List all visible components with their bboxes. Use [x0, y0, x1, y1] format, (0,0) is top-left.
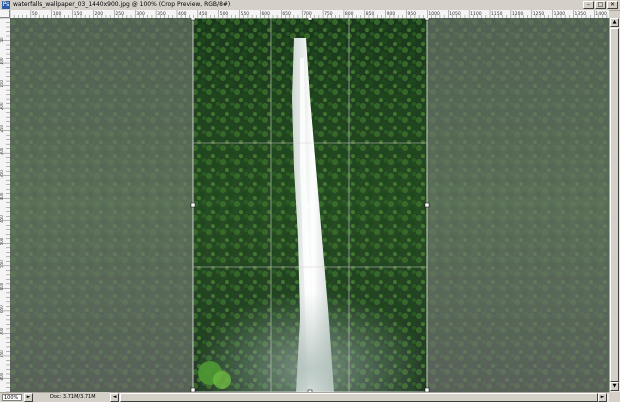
document-size-info: Doc: 3.71M/3.71M: [50, 394, 96, 400]
h-ruler-label: 500: [220, 11, 229, 17]
h-ruler-label: 1400: [595, 11, 607, 17]
ruler-origin[interactable]: [0, 10, 10, 18]
v-ruler-label: 300: [0, 147, 4, 155]
v-ruler-label: 450: [0, 215, 4, 223]
zoom-level-field[interactable]: 100%: [2, 394, 22, 401]
crop-handle-left[interactable]: [190, 202, 196, 208]
h-ruler-label: 550: [241, 11, 250, 17]
h-ruler-label: 1050: [449, 11, 461, 17]
h-ruler-label: 900: [387, 11, 396, 17]
h-ruler-label: 1150: [491, 11, 503, 17]
horizontal-ruler-ticks: 50 100 150 200 250 300 350 400 450 500 550 600 650 70…: [10, 10, 608, 18]
vertical-scrollbar[interactable]: ▲ ▼: [609, 18, 620, 392]
v-ruler-label: 50: [0, 37, 4, 43]
image-canvas[interactable]: [10, 18, 609, 392]
h-ruler-label: 700: [303, 11, 312, 17]
h-ruler-label: 600: [261, 11, 270, 17]
crop-overlay[interactable]: [10, 18, 609, 392]
minimize-button[interactable]: –: [583, 1, 594, 9]
v-ruler-label: 600: [0, 282, 4, 290]
h-ruler-label: 100: [53, 11, 62, 17]
h-ruler-label: 1100: [470, 11, 482, 17]
crop-handle-top[interactable]: [307, 18, 313, 21]
h-ruler-label: 250: [115, 11, 124, 17]
h-ruler-label: 450: [199, 11, 208, 17]
h-ruler-label: 200: [94, 11, 103, 17]
h-ruler-label: 400: [178, 11, 187, 17]
h-ruler-label: 150: [74, 11, 83, 17]
h-ruler-label: 750: [324, 11, 333, 17]
v-ruler-label: 550: [0, 260, 4, 268]
app-icon: Ps: [2, 1, 10, 9]
v-ruler-label: 500: [0, 237, 4, 245]
crop-handle-top-left[interactable]: [190, 18, 196, 21]
h-ruler-label: 1000: [428, 11, 440, 17]
h-ruler-label: 1350: [575, 11, 587, 17]
h-ruler-label: 350: [157, 11, 166, 17]
scroll-down-button[interactable]: ▼: [610, 382, 619, 391]
image-editor-window: Ps waterfalls_wallpaper_03_1440x900.jpg …: [0, 0, 620, 402]
horizontal-scroll-thumb[interactable]: [120, 393, 598, 402]
h-ruler-label: 300: [136, 11, 145, 17]
h-ruler-label: 800: [345, 11, 354, 17]
status-menu-button[interactable]: ►: [24, 393, 33, 402]
crop-shield-right: [427, 18, 609, 392]
h-ruler-label: 950: [408, 11, 417, 17]
scroll-left-button[interactable]: ◄: [110, 393, 119, 402]
crop-handle-right[interactable]: [424, 202, 430, 208]
v-ruler-label: 800: [0, 372, 4, 380]
h-ruler-label: 650: [282, 11, 291, 17]
v-ruler-label: 750: [0, 350, 4, 358]
scroll-right-button[interactable]: ►: [598, 393, 607, 402]
close-button[interactable]: ✕: [607, 1, 618, 9]
vertical-ruler-ticks: 50 100 150 200 250 300 350 400 450 500 550 600 650 70…: [0, 18, 10, 392]
maximize-button[interactable]: □: [595, 1, 606, 9]
v-ruler-label: 250: [0, 125, 4, 133]
v-ruler-label: 100: [0, 57, 4, 65]
scroll-up-button[interactable]: ▲: [610, 18, 619, 27]
v-ruler-label: 200: [0, 102, 4, 110]
h-ruler-label: 50: [32, 11, 38, 17]
crop-center-pivot-icon[interactable]: [306, 201, 314, 209]
v-ruler-label: 700: [0, 327, 4, 335]
h-ruler-label: 1300: [554, 11, 566, 17]
h-ruler-label: 1200: [512, 11, 524, 17]
horizontal-scrollbar[interactable]: ◄ ►: [110, 392, 609, 402]
v-ruler-label: 400: [0, 192, 4, 200]
v-ruler-label: 150: [0, 80, 4, 88]
h-ruler-label: 1250: [533, 11, 545, 17]
crop-shield-left: [10, 18, 193, 392]
vertical-scroll-thumb[interactable]: [610, 28, 619, 382]
crop-handle-top-right[interactable]: [424, 18, 430, 21]
v-ruler-label: 650: [0, 305, 4, 313]
v-ruler-label: 350: [0, 170, 4, 178]
document-title: waterfalls_wallpaper_03_1440x900.jpg @ 1…: [13, 1, 231, 8]
h-ruler-label: 850: [366, 11, 375, 17]
